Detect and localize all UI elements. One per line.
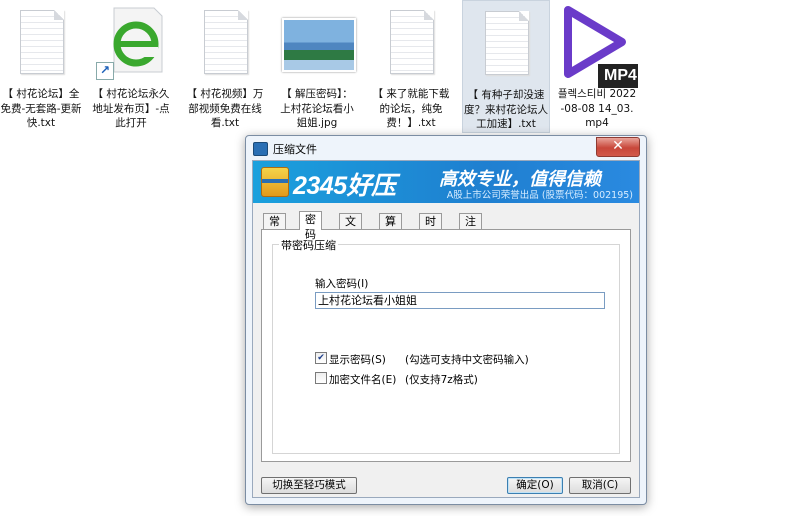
mp4-badge: MP4 <box>604 67 637 84</box>
haozip-logo-icon <box>261 167 289 197</box>
text-file-icon <box>204 10 248 74</box>
brand-subslogan: A股上市公司荣誉出品 (股票代码：002195) <box>446 190 633 201</box>
password-tab-panel: 带密码压缩 输入密码(I) 上村花论坛看小姐姐 ✔ 显示密码(S) (勾选可支持… <box>261 229 631 462</box>
desktop-icon-5[interactable]: 【 有种子却没速度？来村花论坛人工加速】.txt <box>462 0 550 133</box>
encrypt-filenames-label[interactable]: 加密文件名(E) <box>329 372 396 387</box>
cancel-button[interactable]: 取消(C) <box>569 477 631 494</box>
image-file-icon <box>282 18 356 72</box>
desktop-icon-caption: 【 村花视频】万部视频免费在线看.txt <box>186 88 264 129</box>
password-input[interactable]: 上村花论坛看小姐姐 <box>315 292 605 309</box>
desktop-icon-caption: 【 村花论坛永久地址发布页】-点此打开 <box>92 88 170 129</box>
text-file-icon <box>20 10 64 74</box>
compress-dialog: 压缩文件 ✕ 2345好压 高效专业，值得信赖 A股上市公司荣誉出品 (股票代码… <box>245 135 647 505</box>
password-label: 输入密码(I) <box>315 278 369 290</box>
text-file-icon <box>390 10 434 74</box>
show-password-hint: (勾选可支持中文密码输入) <box>405 354 529 366</box>
tab-comment[interactable]: 注释 <box>459 213 482 243</box>
tab-time[interactable]: 时间 <box>419 213 442 243</box>
tab-algorithm[interactable]: 算法 <box>379 213 402 243</box>
text-file-icon <box>485 11 529 75</box>
shortcut-ie-icon: ↗ <box>96 4 166 86</box>
password-group: 带密码压缩 输入密码(I) 上村花论坛看小姐姐 ✔ 显示密码(S) (勾选可支持… <box>272 237 620 454</box>
desktop-icon-caption: 【 有种子却没速度？来村花论坛人工加速】.txt <box>464 89 548 130</box>
show-password-label[interactable]: 显示密码(S) <box>329 352 386 367</box>
haozip-app-icon <box>253 142 268 156</box>
brand-banner: 2345好压 高效专业，值得信赖 A股上市公司荣誉出品 (股票代码：002195… <box>253 161 639 203</box>
desktop-icon-0[interactable]: 【 村花论坛】全免费-无套路-更新快.txt <box>0 0 82 131</box>
dialog-titlebar[interactable]: 压缩文件 ✕ <box>246 136 646 160</box>
tab-password[interactable]: 密码 <box>299 211 322 241</box>
encrypt-filenames-hint: (仅支持7z格式) <box>405 374 478 386</box>
dialog-body: 2345好压 高效专业，值得信赖 A股上市公司荣誉出品 (股票代码：002195… <box>252 160 640 498</box>
dialog-title: 压缩文件 <box>273 143 317 156</box>
desktop-icon-caption: 플렉스티비 2022-08-08 14_03.mp4 <box>557 88 637 129</box>
tab-general[interactable]: 常规 <box>263 213 286 243</box>
desktop-icon-4[interactable]: 【 来了就能下载的论坛，纯免费！】.txt <box>370 0 452 131</box>
desktop-icon-2[interactable]: 【 村花视频】万部视频免费在线看.txt <box>184 0 266 131</box>
mp4-file-icon: MP4 <box>562 4 642 88</box>
ok-button[interactable]: 确定(O) <box>507 477 563 494</box>
desktop-icon-1[interactable]: ↗ 【 村花论坛永久地址发布页】-点此打开 <box>90 0 172 131</box>
tab-files[interactable]: 文件 <box>339 213 362 243</box>
brand-name: 2345好压 <box>293 172 396 200</box>
switch-lite-mode-button[interactable]: 切换至轻巧模式 <box>261 477 357 494</box>
show-password-checkbox[interactable]: ✔ <box>315 352 327 364</box>
desktop-icon-caption: 【 解压密码】：上村花论坛看小姐姐.jpg <box>280 88 354 129</box>
encrypt-filenames-checkbox[interactable] <box>315 372 327 384</box>
shortcut-arrow-icon: ↗ <box>96 62 114 80</box>
desktop-icon-caption: 【 来了就能下载的论坛，纯免费！】.txt <box>372 88 450 129</box>
desktop-icon-caption: 【 村花论坛】全免费-无套路-更新快.txt <box>0 88 82 129</box>
desktop-icon-6[interactable]: MP4 플렉스티비 2022-08-08 14_03.mp4 <box>556 0 642 131</box>
close-button[interactable]: ✕ <box>596 137 640 157</box>
desktop-icon-3[interactable]: 【 解压密码】：上村花论坛看小姐姐.jpg <box>276 0 358 131</box>
